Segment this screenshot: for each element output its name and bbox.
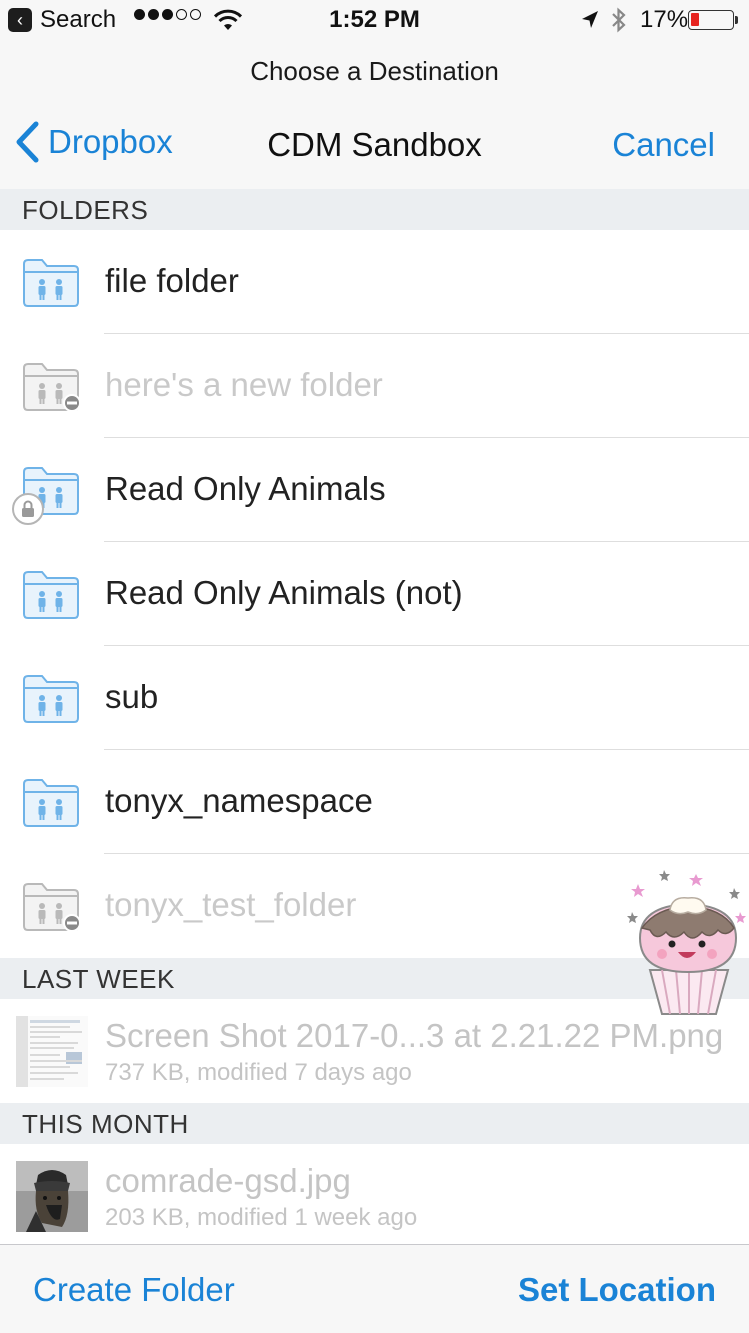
folder-name: here's a new folder xyxy=(105,366,383,403)
file-name: comrade-gsd.jpg xyxy=(105,1162,351,1199)
shared-folder-disabled-icon xyxy=(23,363,80,412)
file-name: Screen Shot 2017-0...3 at 2.21.22 PM.png xyxy=(105,1017,724,1054)
battery-icon xyxy=(688,10,734,30)
status-bar: ‹ Search 1:52 PM 17% xyxy=(0,0,749,42)
set-location-button[interactable]: Set Location xyxy=(518,1271,716,1309)
folder-row[interactable]: tonyx_namespace xyxy=(0,750,749,854)
dog-photo-thumbnail xyxy=(16,1161,88,1232)
folder-row[interactable]: file folder xyxy=(0,230,749,334)
shared-folder-icon xyxy=(23,571,79,619)
folder-row[interactable]: Read Only Animals (not) xyxy=(0,542,749,646)
section-title: FOLDERS xyxy=(22,195,149,225)
navigation-header: Choose a Destination Dropbox CDM Sandbox… xyxy=(0,42,749,190)
battery-level xyxy=(691,13,699,26)
bottom-toolbar: Create Folder Set Location xyxy=(0,1244,749,1333)
lock-icon xyxy=(12,493,44,525)
file-meta: 737 KB, modified 7 days ago xyxy=(105,1059,412,1086)
battery-terminal xyxy=(735,16,738,24)
folder-name: sub xyxy=(105,678,159,715)
file-meta: 203 KB, modified 1 week ago xyxy=(105,1204,418,1231)
file-row: comrade-gsd.jpg 203 KB, modified 1 week … xyxy=(0,1144,749,1248)
cancel-button[interactable]: Cancel xyxy=(612,126,715,164)
section-header-this-month: THIS MONTH xyxy=(0,1103,749,1144)
battery-percent: 17% xyxy=(640,6,689,33)
folder-name: tonyx_namespace xyxy=(105,782,373,819)
folder-name: Read Only Animals (not) xyxy=(105,574,463,611)
shared-folder-disabled-icon xyxy=(23,883,80,932)
folder-row[interactable]: sub xyxy=(0,646,749,750)
folder-row[interactable]: Read Only Animals xyxy=(0,438,749,542)
status-time: 1:52 PM xyxy=(329,6,420,33)
cupcake-sticker-icon xyxy=(627,870,746,1015)
folder-row: here's a new folder xyxy=(0,334,749,438)
folder-name: tonyx_test_folder xyxy=(105,886,357,923)
shared-folder-icon xyxy=(23,779,79,827)
folder-name: Read Only Animals xyxy=(105,470,386,507)
location-arrow-icon xyxy=(582,11,598,28)
screenshot-thumbnail xyxy=(16,1016,88,1087)
folder-name: file folder xyxy=(105,262,239,299)
section-header-folders: FOLDERS xyxy=(0,189,749,230)
bluetooth-icon xyxy=(612,7,626,33)
section-title: THIS MONTH xyxy=(22,1109,189,1139)
create-folder-button[interactable]: Create Folder xyxy=(33,1271,235,1309)
shared-folder-icon xyxy=(23,259,79,307)
section-title: LAST WEEK xyxy=(22,964,175,994)
destination-prompt: Choose a Destination xyxy=(250,56,499,86)
shared-folder-icon xyxy=(23,675,79,723)
